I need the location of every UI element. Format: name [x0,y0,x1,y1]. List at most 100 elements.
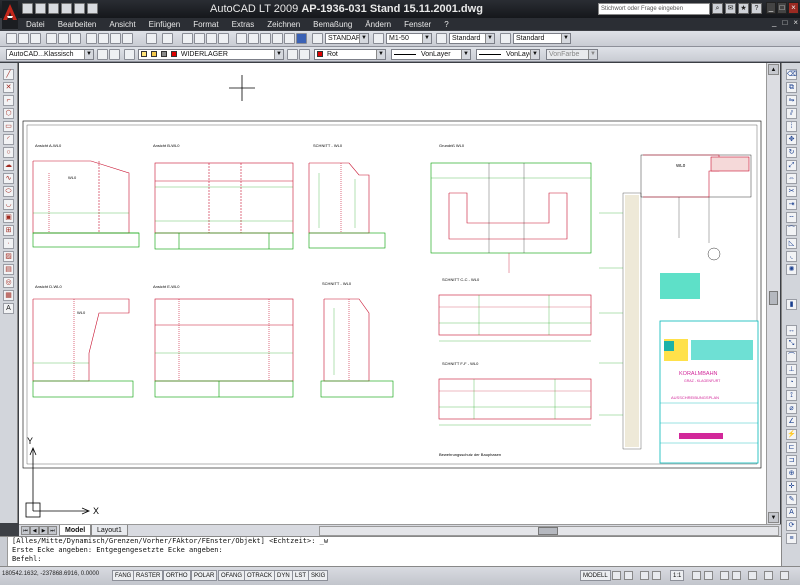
linear-dimension-icon[interactable]: ↔ [786,325,797,336]
communication-center-icon[interactable]: ✉ [725,3,736,14]
ortho-toggle[interactable]: ORTHO [163,570,191,581]
menu-help[interactable]: ? [444,20,448,29]
menu-format[interactable]: Format [193,20,218,29]
move-icon[interactable]: ✥ [786,134,797,145]
layer-previous-icon[interactable] [299,49,310,60]
polyline-icon[interactable]: ⌐ [3,95,14,106]
scroll-down-icon[interactable]: ▼ [768,512,779,523]
model-paper-toggle[interactable]: MODELL [580,570,611,581]
break-icon[interactable]: ╌ [786,212,797,223]
lock-icon[interactable] [720,571,729,580]
make-block-icon[interactable]: ⊞ [3,225,14,236]
tab-layout1[interactable]: Layout1 [91,525,128,536]
jogged-dimension-icon[interactable]: ⟟ [786,390,797,401]
close-button[interactable]: × [788,2,799,14]
dimension-update-icon[interactable]: ⟳ [786,520,797,531]
quick-view-layouts-icon[interactable] [612,571,621,580]
text-style-select[interactable]: STANDARD ▼ [325,33,369,44]
menu-bemassung[interactable]: Bemaßung [313,20,352,29]
menu-einfuegen[interactable]: Einfügen [149,20,181,29]
arc-icon[interactable]: ◜ [3,134,14,145]
angular-dimension-icon[interactable]: ∠ [786,416,797,427]
continue-dimension-icon[interactable]: ⊐ [786,455,797,466]
open-file-icon[interactable] [18,33,29,44]
redo-icon[interactable] [87,3,98,14]
pan-icon[interactable] [182,33,193,44]
extend-icon[interactable]: ⇥ [786,199,797,210]
quick-properties-toggle[interactable]: SKIG [308,570,329,581]
chevron-down-icon[interactable]: ▼ [359,34,368,43]
clean-screen-icon[interactable] [732,571,741,580]
arc-length-icon[interactable]: ⌒ [786,351,797,362]
save-icon[interactable] [48,3,59,14]
tab-model[interactable]: Model [59,525,92,536]
chevron-down-icon[interactable]: ▼ [530,50,539,59]
chevron-down-icon[interactable]: ▼ [84,50,93,59]
zoom-previous-icon[interactable] [218,33,229,44]
copy-icon[interactable] [98,33,109,44]
menu-ansicht[interactable]: Ansicht [109,20,135,29]
rectangle-icon[interactable]: ▭ [3,121,14,132]
center-mark-icon[interactable]: ✛ [786,481,797,492]
fillet-icon[interactable]: ◟ [786,251,797,262]
line-icon[interactable]: ╱ [3,69,14,80]
search-icon[interactable]: ⌕ [712,3,723,14]
workspace-toolbar-icon[interactable] [109,49,120,60]
workspace-settings-icon[interactable] [97,49,108,60]
mirror-icon[interactable]: ⇋ [786,95,797,106]
horizontal-scrollbar[interactable] [319,526,779,536]
menu-fenster[interactable]: Fenster [404,20,431,29]
join-icon[interactable]: ⁀ [786,225,797,236]
zoom-status-icon[interactable] [652,571,661,580]
zoom-window-icon[interactable] [206,33,217,44]
markup-icon[interactable] [284,33,295,44]
grid-toggle[interactable]: RASTER [133,570,164,581]
command-prompt[interactable]: Befehl: [12,555,781,564]
match-properties-icon[interactable] [122,33,133,44]
minimize-button[interactable]: _ [766,2,776,14]
chevron-down-icon[interactable]: ▼ [485,34,494,43]
help-tool-icon[interactable] [296,33,307,44]
aligned-dimension-icon[interactable]: ⤡ [786,338,797,349]
radius-dimension-icon[interactable]: ◔ [786,377,797,388]
quick-view-drawings-icon[interactable] [624,571,633,580]
auto-scale-icon[interactable] [704,571,713,580]
table-style-select[interactable]: Standard ▼ [449,33,495,44]
multileader-style-select[interactable]: Standard ▼ [513,33,571,44]
copy-object-icon[interactable]: ⧉ [786,82,797,93]
scroll-up-icon[interactable]: ▲ [768,64,779,75]
vertical-scroll-thumb[interactable] [769,291,778,305]
layer-manager-icon[interactable] [124,49,135,60]
erase-icon[interactable]: ⌫ [786,69,797,80]
first-tab-icon[interactable]: ⏮ [21,526,30,535]
menu-zeichnen[interactable]: Zeichnen [267,20,300,29]
status-bar-menu-icon[interactable] [764,571,773,580]
doc-minimize-button[interactable]: _ [772,18,776,27]
dimension-text-edit-icon[interactable]: A [786,507,797,518]
vertical-scrollbar[interactable]: ▲ ▼ [766,63,780,524]
array-icon[interactable]: ⁞ [786,121,797,132]
plot-preview-icon[interactable] [58,33,69,44]
offset-icon[interactable]: ⫽ [786,108,797,119]
application-menu-button[interactable] [2,1,18,29]
doc-close-button[interactable]: × [793,18,798,27]
pan-status-icon[interactable] [640,571,649,580]
menu-datei[interactable]: Datei [26,20,45,29]
command-line[interactable]: [Alles/Mitte/Dynamisch/Grenzen/Vorher/FA… [0,536,781,567]
chevron-down-icon[interactable]: ▼ [274,50,283,59]
stretch-icon[interactable]: ⇔ [786,173,797,184]
plot-icon[interactable] [46,33,57,44]
ellipse-arc-icon[interactable]: ◡ [3,199,14,210]
doc-restore-button[interactable]: □ [782,18,787,27]
workspace-select[interactable]: AutoCAD...Klassisch ▼ [6,49,94,60]
polygon-icon[interactable]: ⬡ [3,108,14,119]
construction-line-icon[interactable]: ✕ [3,82,14,93]
dimension-edit-icon[interactable]: ✎ [786,494,797,505]
cut-icon[interactable] [86,33,97,44]
publish-icon[interactable] [70,33,81,44]
designcenter-icon[interactable] [248,33,259,44]
polar-toggle[interactable]: POLAR [191,570,218,581]
baseline-dimension-icon[interactable]: ⊏ [786,442,797,453]
revision-cloud-icon[interactable]: ☁ [3,160,14,171]
help-icon[interactable]: ? [751,3,762,14]
